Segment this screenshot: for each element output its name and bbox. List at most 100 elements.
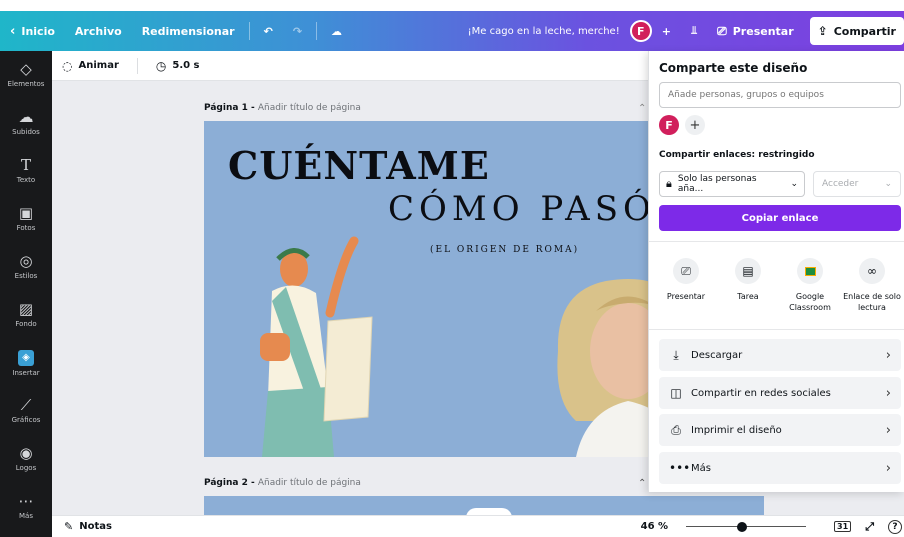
more-row[interactable]: ••• Más › [659,452,901,484]
notes-label: Notas [79,521,112,532]
clock-icon: ◷ [155,58,167,73]
zoom-slider[interactable] [686,521,807,532]
animate-button[interactable]: ◌ Animar [62,59,119,73]
undo-icon[interactable]: ↶ [254,11,283,51]
page-number: Página 2 - [204,478,258,488]
row-label: Más [691,462,711,474]
sidebar-item-label: Gráficos [11,416,41,424]
sidebar-item-label: Subidos [12,128,40,136]
notes-icon: ✎ [64,520,74,533]
option-read-only-link[interactable]: ∞ Enlace de solo lectura [841,258,903,314]
chevron-right-icon: › [885,347,891,363]
page-count-badge[interactable]: 31 [834,521,852,532]
sidebar-item-background[interactable]: ▨ Fondo [0,291,52,339]
divider [649,241,904,242]
social-share-row[interactable]: ◫ Compartir en redes sociales › [659,377,901,409]
people-input[interactable] [659,82,901,108]
collaborator-avatar[interactable]: F [659,115,679,135]
duration-label: 5.0 s [172,60,200,71]
uploads-icon: ☁ [18,108,34,126]
share-icon: ⇪ [817,24,828,38]
share-panel-title: Comparte este diseño [659,61,808,75]
duration-button[interactable]: ◷ 5.0 s [156,59,200,73]
roman-figure-illustration[interactable] [232,221,382,457]
fullscreen-icon[interactable]: ⤢ [865,520,874,534]
chevron-right-icon: › [885,422,891,438]
bottom-bar: ✎ Notas 46 % 31 ⤢ ? [52,515,904,537]
download-row[interactable]: ⤓ Descargar › [659,339,901,371]
option-label: Enlace de solo lectura [843,292,901,312]
page-title-hint: Añadir título de página [257,103,361,113]
slide-page-1[interactable]: CUÉNTAME CÓMO PASÓ (EL ORIGEN DE ROMA) [204,121,712,457]
home-button[interactable]: ‹ Inicio [0,11,65,51]
sidebar-item-label: Más [19,512,33,520]
task-icon: ▤ [735,258,761,284]
zoom-level[interactable]: 46 % [641,521,668,532]
access-level-value: Acceder [822,179,859,189]
option-present[interactable]: ⎚ Presentar [655,258,717,314]
sidebar-item-text[interactable]: T Texto [0,147,52,195]
sidebar-item-styles[interactable]: ◎ Estilos [0,243,52,291]
redo-icon[interactable]: ↷ [283,11,312,51]
sidebar-item-uploads[interactable]: ☁ Subidos [0,99,52,147]
sidebar-item-photos[interactable]: ▣ Fotos [0,195,52,243]
sidebar-item-label: Insertar [12,368,40,377]
share-label: Compartir [833,24,896,38]
window-top-strip [0,0,904,11]
lock-icon: 🔒︎ [666,177,672,190]
chevron-up-icon[interactable]: ⌃ [638,103,646,114]
styles-icon: ◎ [19,252,33,270]
more-icon: ⋯ [18,492,34,510]
divider [136,57,138,74]
charts-icon: ⟋ [20,396,32,414]
collaborators: F + [659,115,705,135]
file-menu[interactable]: Archivo [65,11,132,51]
zoom-slider-thumb[interactable] [737,521,748,532]
access-select[interactable]: 🔒︎ Solo las personas aña... ⌄ [659,171,805,197]
animate-icon: ◌ [62,58,73,73]
copy-link-button[interactable]: Copiar enlace [659,205,901,231]
sidebar-item-charts[interactable]: ⟋ Gráficos [0,387,52,435]
notes-button[interactable]: ✎ Notas [64,520,112,533]
add-person-icon[interactable]: + [685,115,705,135]
insights-icon[interactable]: ⫫ [681,11,707,51]
add-collaborator-icon[interactable]: + [652,11,681,51]
slide-title-line-1[interactable]: CUÉNTAME [228,143,490,188]
page-1-title[interactable]: Página 1 - Añadir título de página [204,103,361,113]
share-button[interactable]: ⇪ Compartir [809,17,904,45]
page-2-title[interactable]: Página 2 - Añadir título de página [204,478,361,488]
user-avatar[interactable]: F [629,20,652,42]
chevron-up-icon[interactable]: ⌃ [638,478,646,489]
elements-icon: ◇ [20,60,32,78]
sidebar-item-label: Fotos [16,224,36,232]
present-button[interactable]: ⎚ Presentar [707,11,804,51]
cloud-saved-icon[interactable]: ☁ [321,11,352,51]
sidebar-item-more[interactable]: ⋯ Más [0,483,52,531]
slide-title-line-2[interactable]: CÓMO PASÓ [388,189,656,229]
sidebar-item-label: Elementos [7,80,45,88]
sidebar-item-insert[interactable]: ◈ Insertar [0,339,52,387]
option-label: Google Classroom [789,292,831,312]
option-task[interactable]: ▤ Tarea [717,258,779,314]
divider [316,22,318,40]
help-icon[interactable]: ? [888,519,902,534]
slide-subtitle[interactable]: (EL ORIGEN DE ROMA) [430,245,579,255]
design-title[interactable]: ¡Me cago en la leche, merche! [458,11,630,51]
option-label: Presentar [666,292,706,301]
access-level-select: Acceder ⌄ [813,171,901,197]
resize-menu[interactable]: Redimensionar [132,11,245,51]
sidebar-item-label: Texto [16,176,36,184]
sidebar-item-label: Fondo [15,320,37,328]
sidebar-item-elements[interactable]: ◇ Elementos [0,51,52,99]
page-scroll-handle[interactable] [466,508,512,515]
print-row[interactable]: ⎙ Imprimir el diseño › [659,414,901,446]
sidebar-item-logos[interactable]: ◉ Logos [0,435,52,483]
link-icon: ∞ [859,258,885,284]
option-google-classroom[interactable]: Google Classroom [779,258,841,314]
chevron-right-icon: › [885,460,891,476]
present-icon: ⎚ [673,258,699,284]
chevron-left-icon: ‹ [10,23,16,39]
page-title-hint: Añadir título de página [257,478,361,488]
download-icon: ⤓ [673,347,679,362]
share-options: ⎚ Presentar ▤ Tarea Google Classroom ∞ E… [655,258,903,314]
